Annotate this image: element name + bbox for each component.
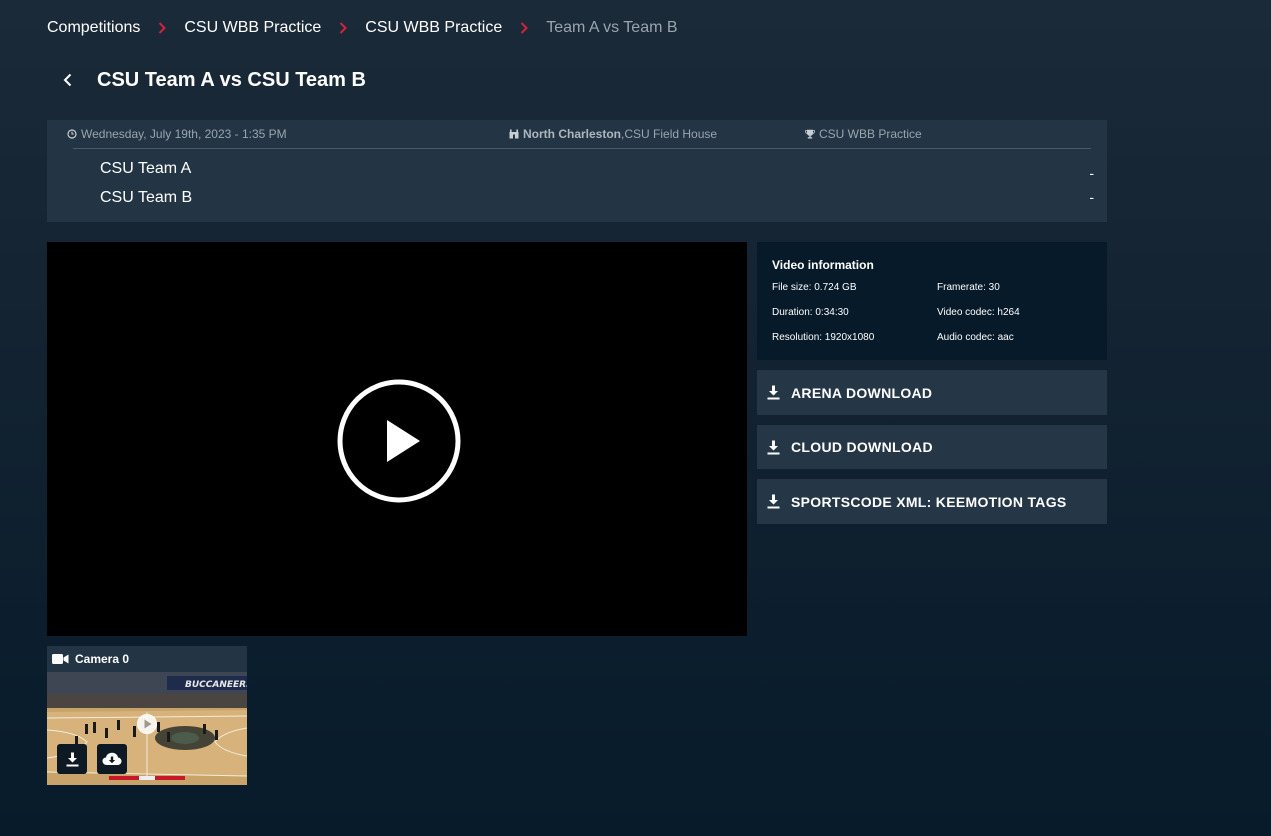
match-date: Wednesday, July 19th, 2023 - 1:35 PM — [67, 126, 287, 142]
arena-download-button[interactable]: ARENA DOWNLOAD — [757, 370, 1107, 415]
chevron-right-icon — [520, 22, 529, 34]
download-icon — [66, 752, 78, 766]
play-icon[interactable] — [337, 379, 461, 503]
breadcrumb-competitions[interactable]: Competitions — [47, 19, 140, 37]
team-a-name: CSU Team A — [100, 160, 192, 177]
download-icon — [767, 494, 780, 509]
download-icon — [767, 385, 780, 400]
match-city: North Charleston — [523, 127, 622, 141]
video-info-panel: Video information File size: 0.724 GB Fr… — [757, 242, 1107, 360]
breadcrumb-season[interactable]: CSU WBB Practice — [365, 19, 502, 37]
back-button[interactable] — [56, 66, 78, 94]
play-icon[interactable] — [136, 713, 158, 735]
file-size: File size: 0.724 GB — [772, 282, 857, 293]
resolution: Resolution: 1920x1080 — [772, 332, 875, 343]
title-row: CSU Team A vs CSU Team B — [56, 66, 366, 94]
camera-icon — [52, 654, 69, 664]
cloud-download-button[interactable]: CLOUD DOWNLOAD — [757, 425, 1107, 469]
video-codec: Video codec: h264 — [937, 307, 1020, 318]
court-banner-text: BUCCANEERS — [185, 680, 247, 690]
page-title: CSU Team A vs CSU Team B — [97, 68, 366, 91]
breadcrumb-current: Team A vs Team B — [546, 19, 678, 36]
audio-codec: Audio codec: aac — [937, 332, 1014, 343]
match-location: North Charleston ,CSU Field House — [509, 126, 717, 142]
match-meta: Wednesday, July 19th, 2023 - 1:35 PM Nor… — [67, 126, 1091, 148]
camera-thumbnail[interactable]: BUCCANEERS — [47, 672, 247, 785]
team-a-score: - — [1089, 165, 1094, 181]
sportscode-xml-button[interactable]: SPORTSCODE XML: KEEMOTION TAGS — [757, 479, 1107, 524]
chevron-right-icon — [339, 22, 348, 34]
match-date-text: Wednesday, July 19th, 2023 - 1:35 PM — [81, 127, 287, 141]
download-icon — [767, 440, 780, 454]
match-competition: CSU WBB Practice — [805, 126, 922, 142]
camera-header: Camera 0 — [52, 652, 129, 666]
video-info-heading: Video information — [772, 258, 874, 272]
chevron-right-icon — [158, 22, 167, 34]
camera-label: Camera 0 — [75, 652, 130, 666]
match-venue: ,CSU Field House — [621, 127, 718, 141]
clock-icon — [67, 129, 77, 139]
camera-card: Camera 0 BUCCANEERS — [47, 646, 247, 785]
match-info-card: Wednesday, July 19th, 2023 - 1:35 PM Nor… — [47, 120, 1107, 222]
breadcrumb: Competitions CSU WBB Practice CSU WBB Pr… — [47, 17, 678, 39]
cloud-download-label: CLOUD DOWNLOAD — [791, 439, 933, 455]
arena-download-label: ARENA DOWNLOAD — [791, 384, 933, 401]
trophy-icon — [805, 129, 815, 139]
team-b-score: - — [1089, 189, 1094, 205]
arena-icon — [509, 129, 519, 139]
framerate: Framerate: 30 — [937, 282, 1000, 293]
cloud-download-icon — [102, 752, 122, 765]
duration: Duration: 0:34:30 — [772, 307, 849, 318]
thumbnail-cloud-download-button[interactable] — [97, 744, 127, 774]
sportscode-xml-label: SPORTSCODE XML: KEEMOTION TAGS — [791, 493, 1067, 510]
match-competition-text: CSU WBB Practice — [819, 127, 922, 141]
team-b-name: CSU Team B — [100, 189, 193, 206]
back-arrow-icon — [63, 73, 71, 87]
breadcrumb-competition[interactable]: CSU WBB Practice — [184, 19, 321, 37]
thumbnail-download-button[interactable] — [57, 744, 87, 774]
video-player[interactable] — [47, 242, 747, 636]
meta-divider — [73, 148, 1091, 149]
